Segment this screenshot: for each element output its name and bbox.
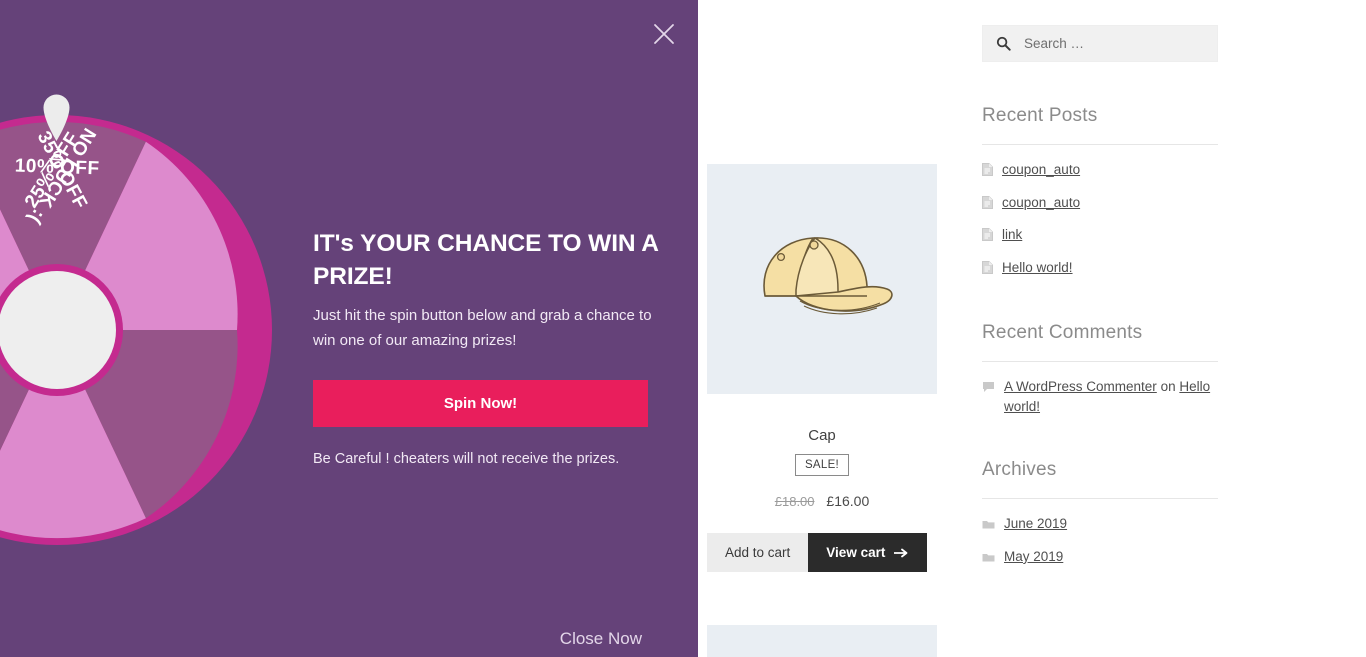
- wheel-hub[interactable]: [0, 271, 116, 389]
- document-icon: [982, 260, 993, 280]
- recent-post-link[interactable]: coupon_auto: [1002, 193, 1080, 213]
- list-item[interactable]: link: [982, 225, 1218, 247]
- widget-recent-comments: Recent Comments A WordPress Commenter on…: [982, 322, 1218, 416]
- comment-icon: [982, 379, 995, 399]
- folder-icon: [982, 516, 995, 536]
- list-item[interactable]: A WordPress Commenter on Hello world!: [982, 377, 1218, 416]
- widget-recent-posts: Recent Posts coupon_auto coupon_auto lin…: [982, 105, 1218, 279]
- search-icon: [996, 36, 1011, 51]
- folder-icon: [982, 549, 995, 569]
- product-title: Cap: [808, 427, 836, 444]
- modal-heading: IT's YOUR CHANCE TO WIN A PRIZE!: [313, 230, 658, 290]
- price-sale: £16.00: [826, 493, 870, 509]
- widget-title: Recent Posts: [982, 105, 1098, 126]
- product-image[interactable]: [707, 164, 937, 394]
- recent-posts-list: coupon_auto coupon_auto link Hello world…: [982, 160, 1218, 279]
- product-card: Cap SALE! £18.00 £16.00 Add to cart View…: [707, 164, 937, 572]
- cap-illustration-icon: [763, 237, 893, 315]
- add-to-cart-button[interactable]: Add to cart: [707, 533, 809, 572]
- comment-text: A WordPress Commenter on Hello world!: [1004, 377, 1218, 416]
- modal-warning: Be Careful ! cheaters will not receive t…: [313, 451, 620, 468]
- document-icon: [982, 162, 993, 182]
- document-icon: [982, 227, 993, 247]
- product-image-next[interactable]: [707, 625, 937, 657]
- spin-now-button[interactable]: Spin Now!: [313, 380, 648, 428]
- list-item[interactable]: June 2019: [982, 514, 1218, 536]
- widget-divider: [982, 144, 1218, 145]
- comment-connector: on: [1156, 379, 1180, 395]
- recent-post-link[interactable]: Hello world!: [1002, 258, 1073, 278]
- sidebar: Recent Posts coupon_auto coupon_auto: [982, 0, 1218, 580]
- modal-subtext: Just hit the spin button below and grab …: [313, 307, 652, 349]
- list-item[interactable]: Hello world!: [982, 258, 1218, 280]
- view-cart-button[interactable]: View cart: [808, 533, 928, 572]
- widget-divider: [982, 361, 1218, 363]
- price-row: £18.00 £16.00: [707, 493, 937, 509]
- spin-wheel-modal: 25% OFF 10% OFF 35% OFF NO LUCK :( IT's …: [0, 0, 698, 657]
- recent-comments-list: A WordPress Commenter on Hello world!: [982, 377, 1218, 416]
- list-item[interactable]: coupon_auto: [982, 193, 1218, 215]
- sale-badge: SALE!: [794, 454, 850, 476]
- close-now-link[interactable]: Close Now: [560, 629, 642, 649]
- close-x-button[interactable]: [644, 14, 684, 54]
- recent-post-link[interactable]: link: [1002, 225, 1022, 245]
- search-box[interactable]: [982, 25, 1218, 62]
- list-item[interactable]: coupon_auto: [982, 160, 1218, 182]
- price-original: £18.00: [774, 494, 815, 509]
- archives-list: June 2019 May 2019: [982, 514, 1218, 568]
- wheel-pointer-icon: [42, 92, 71, 142]
- cart-actions: Add to cart View cart: [707, 533, 937, 572]
- prize-wheel[interactable]: 25% OFF 10% OFF 35% OFF NO LUCK :(: [0, 115, 272, 545]
- sale-badge-wrap: SALE!: [707, 454, 937, 476]
- archive-link[interactable]: June 2019: [1004, 514, 1067, 534]
- widget-archives: Archives June 2019 May 2019: [982, 459, 1218, 568]
- view-cart-label: View cart: [826, 545, 886, 560]
- document-icon: [982, 195, 993, 215]
- search-input[interactable]: [1022, 35, 1202, 52]
- widget-title: Archives: [982, 459, 1057, 481]
- page-root: Cap SALE! £18.00 £16.00 Add to cart View…: [0, 0, 1366, 657]
- recent-post-link[interactable]: coupon_auto: [1002, 160, 1080, 180]
- archive-link[interactable]: May 2019: [1004, 547, 1063, 567]
- widget-title: Recent Comments: [982, 322, 1143, 344]
- close-x-icon: [654, 24, 674, 44]
- modal-copy: IT's YOUR CHANCE TO WIN A PRIZE! Just hi…: [313, 228, 658, 467]
- list-item[interactable]: May 2019: [982, 547, 1218, 569]
- comment-author-link[interactable]: A WordPress Commenter: [1004, 379, 1157, 394]
- widget-divider: [982, 498, 1218, 500]
- arrow-right-icon: [894, 548, 908, 557]
